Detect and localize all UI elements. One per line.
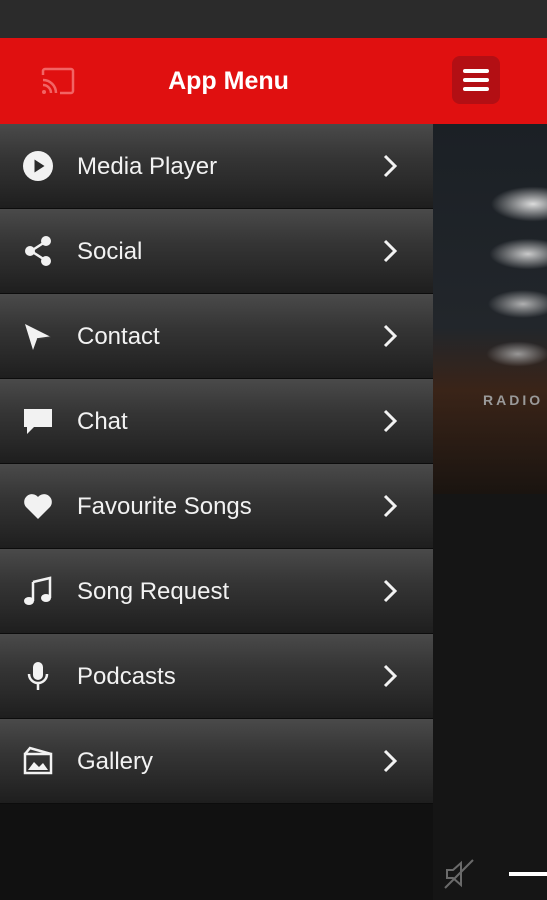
navigation-drawer: App Menu Media Player Social Contact Cha…	[0, 38, 433, 900]
menu-item-contact[interactable]: Contact	[0, 294, 433, 379]
menu-item-favourite-songs[interactable]: Favourite Songs	[0, 464, 433, 549]
menu-item-label: Social	[77, 237, 143, 265]
menu-list: Media Player Social Contact Chat Favouri…	[0, 124, 433, 804]
station-logo: RADIO	[483, 392, 544, 408]
chevron-right-icon	[383, 664, 398, 688]
drawer-header: App Menu	[0, 38, 433, 124]
chevron-right-icon	[383, 239, 398, 263]
mute-icon[interactable]	[439, 854, 479, 894]
menu-item-label: Podcasts	[77, 662, 176, 690]
hamburger-menu-button[interactable]	[452, 56, 500, 104]
menu-item-label: Gallery	[77, 747, 154, 775]
menu-item-chat[interactable]: Chat	[0, 379, 433, 464]
menu-item-label: Media Player	[77, 152, 218, 180]
status-bar	[0, 0, 547, 38]
chevron-right-icon	[383, 749, 398, 773]
volume-progress[interactable]	[509, 872, 547, 876]
chevron-right-icon	[383, 154, 398, 178]
menu-item-label: Contact	[77, 322, 160, 350]
menu-item-song-request[interactable]: Song Request	[0, 549, 433, 634]
album-artwork	[433, 124, 547, 494]
menu-item-label: Favourite Songs	[77, 492, 252, 520]
chat-bubble-icon	[21, 404, 55, 438]
heart-icon	[21, 489, 55, 523]
music-note-icon	[21, 574, 55, 608]
menu-item-podcasts[interactable]: Podcasts	[0, 634, 433, 719]
chevron-right-icon	[383, 494, 398, 518]
share-icon	[21, 234, 55, 268]
menu-item-social[interactable]: Social	[0, 209, 433, 294]
background-app: RADIO	[433, 38, 547, 900]
menu-item-gallery[interactable]: Gallery	[0, 719, 433, 804]
chevron-right-icon	[383, 409, 398, 433]
play-circle-icon	[21, 149, 55, 183]
chevron-right-icon	[383, 324, 398, 348]
menu-item-label: Chat	[77, 407, 128, 435]
menu-item-media-player[interactable]: Media Player	[0, 124, 433, 209]
drawer-title: App Menu	[168, 66, 289, 95]
hamburger-menu-icon	[463, 69, 489, 73]
menu-item-label: Song Request	[77, 577, 230, 605]
chevron-right-icon	[383, 579, 398, 603]
gallery-icon	[21, 744, 55, 778]
microphone-icon	[21, 659, 55, 693]
send-icon	[21, 319, 55, 353]
